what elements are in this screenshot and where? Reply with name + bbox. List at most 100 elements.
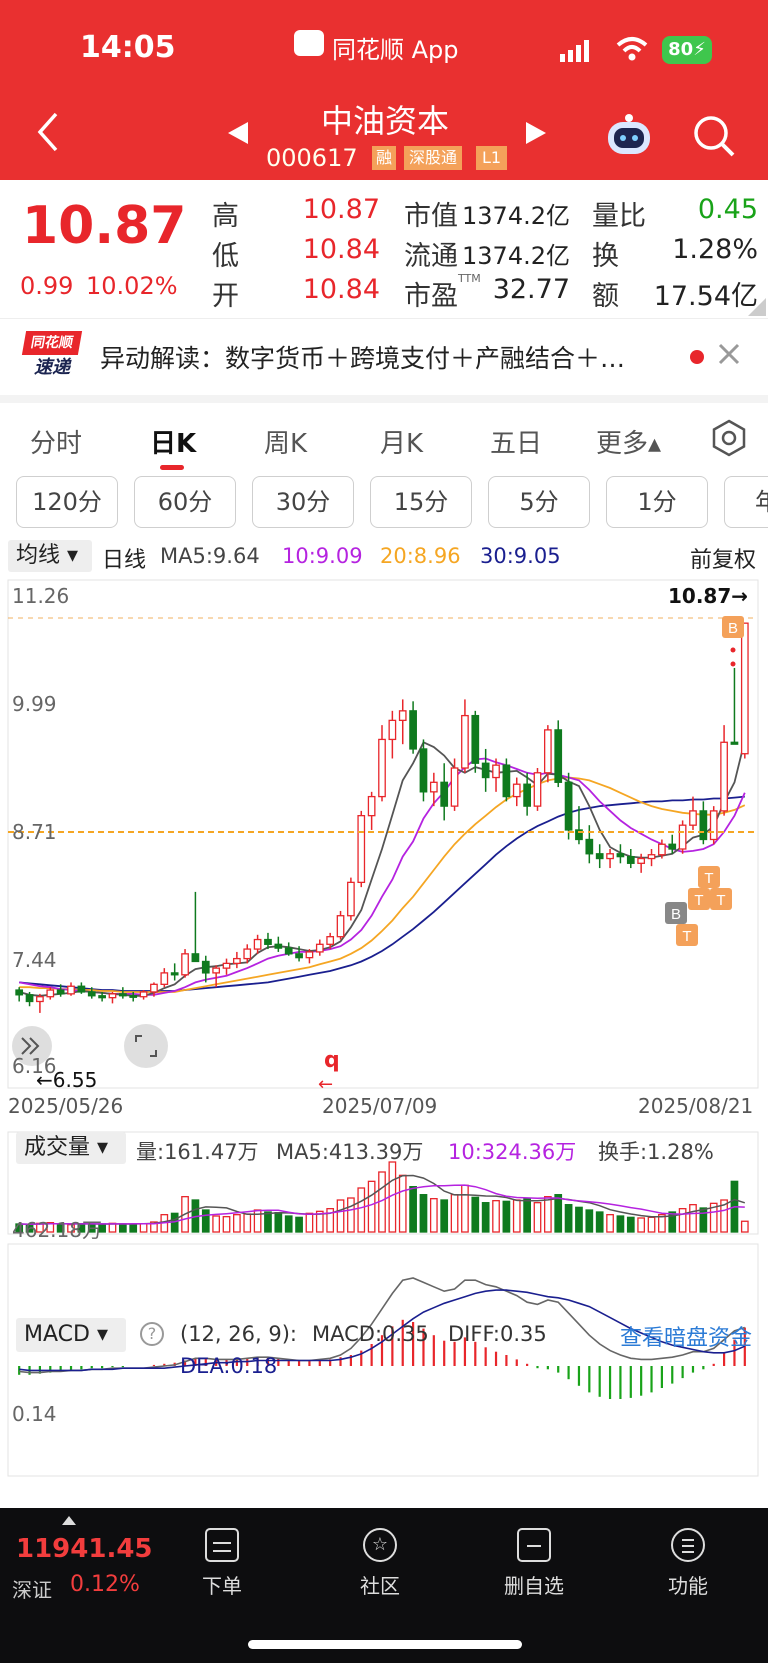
nav-order[interactable]: 下单 [182, 1528, 262, 1599]
volume-ratio-value: 0.45 [697, 194, 758, 225]
candle-body [523, 783, 531, 807]
volume-bar [481, 1202, 490, 1233]
tab-five-day[interactable]: 五日 [490, 423, 542, 460]
volume-bar [118, 1223, 127, 1233]
period-year[interactable]: 年 [724, 476, 768, 528]
unread-dot [690, 350, 704, 364]
search-icon[interactable] [692, 114, 736, 162]
logo-top-text: 同花顺 [21, 331, 83, 355]
volume-bar [336, 1199, 345, 1233]
candle-body [471, 714, 480, 764]
last-price-marker: 10.87→ [668, 584, 749, 608]
low-label: 低 [212, 241, 239, 272]
volume-bar [595, 1211, 604, 1233]
expand-corner-icon[interactable] [748, 298, 766, 316]
period-1min[interactable]: 1分 [606, 476, 708, 528]
app-header: 14:05 同花顺 App 80⚡ 中油资本 000617 融 深股通 L1 [0, 0, 768, 180]
tab-weekly-k[interactable]: 周K [264, 423, 307, 460]
ma-legend: 均线 ▾ 日线 MA5:9.64 10:9.09 20:8.96 30:9.05… [0, 536, 768, 576]
functions-icon [671, 1528, 705, 1562]
tab-daily-k[interactable]: 日K [150, 423, 196, 460]
ma-select-button[interactable]: 均线 ▾ [8, 540, 92, 572]
period-15min[interactable]: 15分 [370, 476, 472, 528]
tab-monthly-k[interactable]: 月K [380, 423, 423, 460]
period-30min[interactable]: 30分 [252, 476, 354, 528]
volume-select-button[interactable]: 成交量 ▾ [16, 1132, 126, 1164]
volume-bar [305, 1212, 314, 1233]
status-time: 14:05 [80, 30, 176, 65]
nav-community[interactable]: ☆ 社区 [340, 1528, 420, 1599]
candle-body [626, 855, 635, 864]
svg-text:B: B [728, 620, 738, 637]
chart-settings-icon[interactable] [710, 419, 748, 461]
last-price: 10.87 [22, 196, 187, 256]
candle-body [647, 854, 656, 860]
prev-stock-icon[interactable] [226, 120, 250, 150]
tab-more[interactable]: 更多▴ [596, 423, 661, 460]
candle-body [295, 953, 303, 959]
macd-select-button[interactable]: MACD ▾ [16, 1318, 126, 1352]
battery-level: 80 [668, 39, 694, 60]
nav-remove-watchlist[interactable]: 删自选 [494, 1528, 574, 1599]
order-icon [205, 1528, 239, 1562]
candle-body [233, 957, 241, 965]
volume-bar [626, 1216, 635, 1233]
back-icon[interactable] [36, 112, 60, 156]
volume-ma10: 10:324.36万 [448, 1140, 577, 1164]
q-arrow-icon: ← [318, 1074, 334, 1095]
candle-body [512, 783, 521, 798]
home-indicator[interactable] [248, 1640, 522, 1649]
candle-body [554, 729, 563, 783]
high-label: 高 [212, 201, 239, 232]
volume-bar [461, 1184, 469, 1233]
dark-pool-link[interactable]: 查看暗盘资金 [620, 1320, 752, 1352]
tab-intraday[interactable]: 分时 [30, 423, 82, 460]
adjust-mode[interactable]: 前复权 [690, 542, 756, 574]
kline-frame [7, 579, 759, 1089]
period-5min[interactable]: 5分 [488, 476, 590, 528]
candle-body [450, 767, 459, 807]
fullscreen-icon[interactable] [124, 1024, 168, 1068]
volume-bar [523, 1198, 531, 1233]
date-start: 2025/05/26 [8, 1094, 124, 1118]
news-text[interactable]: 异动解读：数字货币＋跨境支付＋产融结合＋… [100, 339, 625, 375]
candle-body [181, 953, 189, 976]
candle-body [730, 741, 739, 745]
y-label-top: 11.26 [12, 584, 70, 608]
period-120min[interactable]: 120分 [16, 476, 118, 528]
battery-icon: 80⚡ [662, 36, 712, 64]
float-label: 流通 [404, 241, 458, 272]
volume-bar [554, 1194, 563, 1233]
macd-y-label: 0.14 [12, 1402, 57, 1426]
stock-code: 000617 [266, 144, 358, 172]
volume-bar [492, 1200, 500, 1233]
volume-ma5: MA5:413.39万 [276, 1140, 424, 1164]
volume-bar [367, 1180, 376, 1233]
nav-functions[interactable]: 功能 [648, 1528, 728, 1599]
robot-assistant-icon[interactable] [604, 112, 654, 160]
volume-bar [689, 1204, 697, 1233]
svg-text:B: B [671, 906, 681, 923]
index-value[interactable]: 11941.45 [16, 1534, 153, 1564]
candle-body [160, 972, 169, 985]
candle-body [98, 995, 106, 999]
candle-body [87, 991, 96, 997]
wifi-icon [616, 36, 648, 66]
q-marker: q [324, 1048, 340, 1073]
candle-body [253, 938, 262, 950]
close-icon[interactable] [716, 341, 742, 371]
help-icon[interactable]: ? [140, 1322, 164, 1346]
candle-body [191, 953, 200, 963]
ma30-value: 30:9.05 [480, 544, 561, 568]
candle-body [720, 741, 728, 812]
volume-bar [253, 1209, 262, 1233]
index-up-arrow-icon [62, 1516, 76, 1525]
news-ticker[interactable]: 同花顺 速递 异动解读：数字货币＋跨境支付＋产融结合＋… [0, 318, 768, 390]
candle-body [201, 960, 210, 974]
next-stock-icon[interactable] [524, 120, 548, 150]
period-60min[interactable]: 60分 [134, 476, 236, 528]
tab-active-indicator [160, 465, 184, 470]
ma-period-type: 日线 [102, 548, 147, 573]
candle-body [419, 748, 428, 793]
volume-bar [295, 1216, 303, 1233]
